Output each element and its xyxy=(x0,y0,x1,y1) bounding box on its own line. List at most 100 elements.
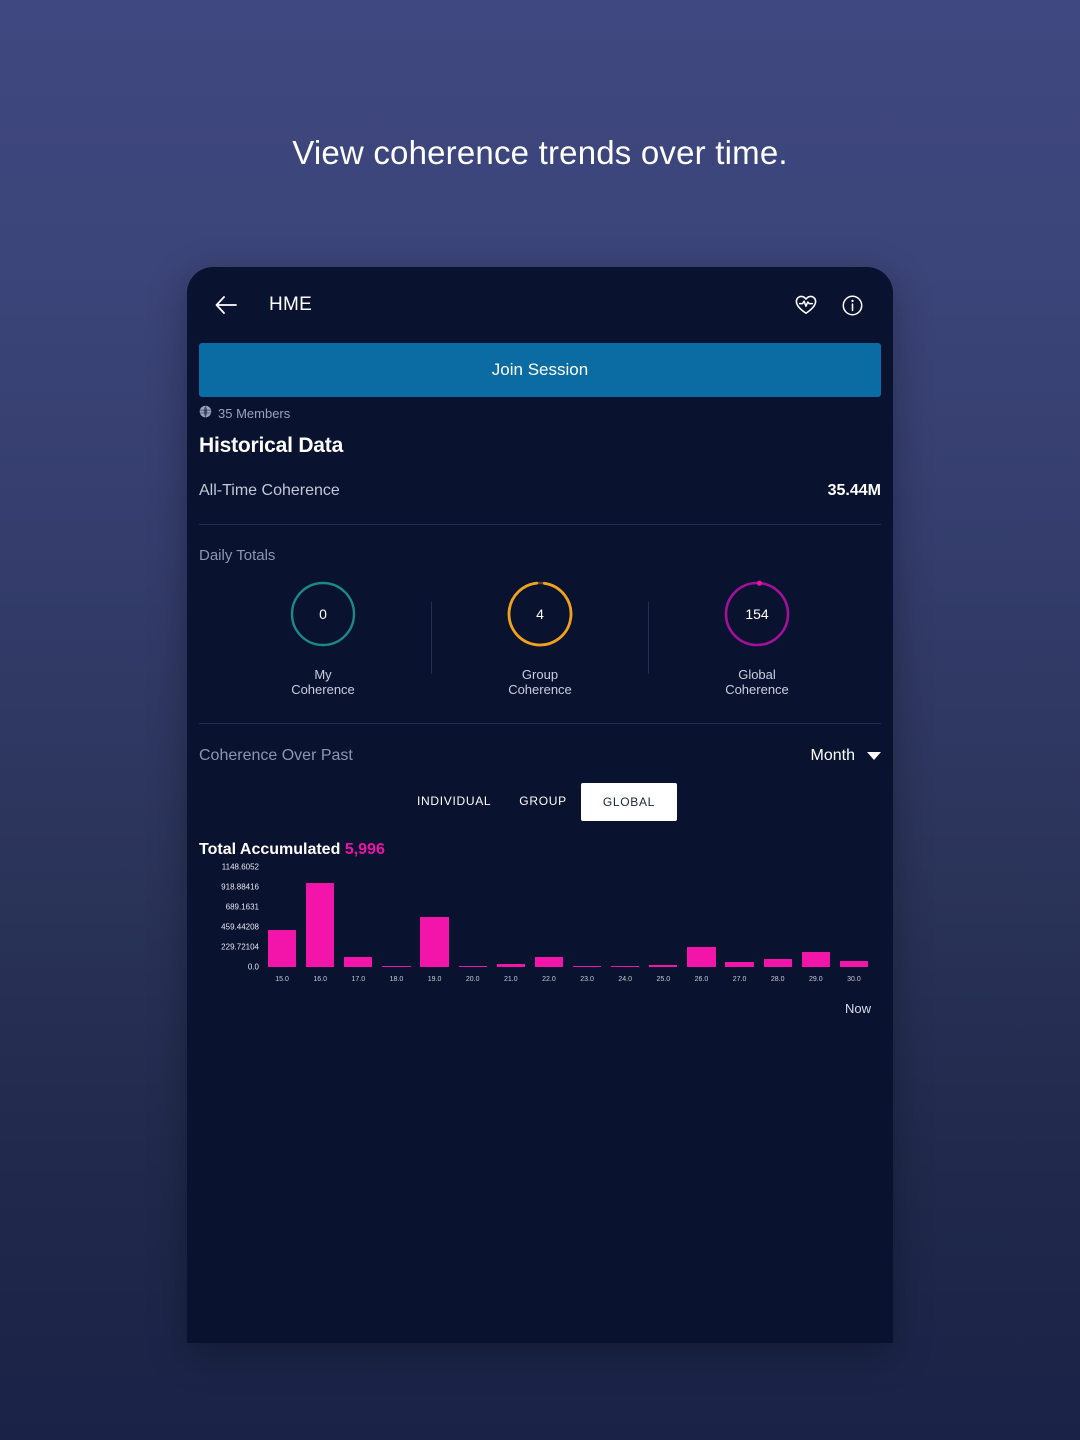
chart-bar-slot[interactable] xyxy=(606,867,644,967)
chart-bar[interactable] xyxy=(306,883,335,967)
chart-bar[interactable] xyxy=(382,966,411,967)
daily-totals-label: Daily Totals xyxy=(199,547,276,564)
chart-bar-slot[interactable] xyxy=(339,867,377,967)
chart-x-tick-slot: 19.0 xyxy=(416,968,454,986)
chart-bar[interactable] xyxy=(344,957,373,967)
chart-bar[interactable] xyxy=(496,964,525,967)
chart-x-tick: 26.0 xyxy=(694,976,709,983)
ring-my-coherence-gauge: 0 xyxy=(287,578,359,650)
chart-bar[interactable] xyxy=(649,964,678,967)
chart-bar-slot[interactable] xyxy=(416,867,454,967)
chart-bar[interactable] xyxy=(534,956,564,967)
chart-y-tick: 459.44208 xyxy=(221,922,259,932)
chart-bar-slot[interactable] xyxy=(759,867,797,967)
chart-bar[interactable] xyxy=(572,966,602,967)
ring-group-coherence-gauge: 4 xyxy=(504,578,576,650)
range-dropdown[interactable]: Month xyxy=(811,747,881,765)
chart-y-tick: 918.88416 xyxy=(221,882,259,892)
chart-bar-slot[interactable] xyxy=(530,867,568,967)
total-accumulated-label: Total Accumulated xyxy=(199,841,341,858)
ring-my-coherence[interactable]: 0 My Coherence xyxy=(215,578,431,697)
ring-my-coherence-caption-line2: Coherence xyxy=(291,682,355,697)
back-arrow-icon[interactable] xyxy=(211,290,241,320)
ring-global-coherence-caption-line1: Global xyxy=(738,667,776,682)
tab-individual[interactable]: INDIVIDUAL xyxy=(403,783,505,819)
join-session-button[interactable]: Join Session xyxy=(199,343,881,397)
coherence-over-past-label: Coherence Over Past xyxy=(199,747,353,764)
chart-x-tick-slot: 17.0 xyxy=(339,968,377,986)
chart-x-tick-slot: 21.0 xyxy=(492,968,530,986)
chart-bar[interactable] xyxy=(839,960,869,967)
ring-my-coherence-value: 0 xyxy=(319,606,327,622)
ring-my-coherence-caption: My Coherence xyxy=(291,667,355,697)
members-count: 35 Members xyxy=(187,397,893,421)
chart-bar[interactable] xyxy=(687,946,716,967)
chart-x-tick-slot: 27.0 xyxy=(721,968,759,986)
ring-global-coherence[interactable]: 154 Global Coherence xyxy=(649,578,865,697)
chart-x-tick-slot: 26.0 xyxy=(682,968,720,986)
chart-x-tick: 21.0 xyxy=(504,976,518,983)
chart-bar-slot[interactable] xyxy=(263,867,301,967)
chart-x-axis: 15.0 16.0 17.0 18.0 19.0 20.0 21.0 22.0 23.0 24.0… xyxy=(263,968,873,986)
ring-global-coherence-caption-line2: Coherence xyxy=(725,682,789,697)
info-circle-icon[interactable] xyxy=(837,290,867,320)
ring-global-coherence-value: 154 xyxy=(745,606,769,622)
chart-y-tick: 689.1631 xyxy=(225,902,259,912)
chart-x-tick-slot: 23.0 xyxy=(568,968,606,986)
chart-bar-slot[interactable] xyxy=(644,867,682,967)
globe-icon xyxy=(199,405,212,421)
coherence-bar-chart: 1148.6052 918.88416 689.1631 459.44208 229.7… xyxy=(199,863,881,986)
phone-frame: HME Join Session 35 Members Historical D… xyxy=(187,267,893,1343)
range-dropdown-value: Month xyxy=(810,747,855,764)
chart-y-axis: 1148.6052 918.88416 689.1631 459.44208 229.7… xyxy=(199,863,259,972)
chart-bar-slot[interactable] xyxy=(721,867,759,967)
ring-group-coherence-value: 4 xyxy=(536,606,544,622)
chart-bar[interactable] xyxy=(801,951,830,967)
chart-x-tick: 16.0 xyxy=(313,976,327,983)
chart-bar[interactable] xyxy=(725,962,754,967)
chart-x-tick-slot: 25.0 xyxy=(644,968,682,986)
app-bar-title: HME xyxy=(269,294,313,315)
chart-x-tick-slot: 22.0 xyxy=(530,968,568,986)
page-title: View coherence trends over time. xyxy=(292,134,788,171)
chart-x-tick: 29.0 xyxy=(809,976,823,983)
tab-global[interactable]: GLOBAL xyxy=(580,783,678,821)
heart-pulse-icon[interactable] xyxy=(791,290,821,320)
ring-group-coherence[interactable]: 4 Group Coherence xyxy=(432,578,648,697)
chart-bar[interactable] xyxy=(267,930,297,967)
divider-below-rings xyxy=(199,723,881,724)
daily-totals-rings: 0 My Coherence 4 Group Coherence 154 Glo… xyxy=(199,578,881,697)
chart-bar-slot[interactable] xyxy=(454,867,492,967)
chevron-down-icon xyxy=(867,752,881,760)
chart-x-tick-slot: 20.0 xyxy=(454,968,492,986)
chart-bar[interactable] xyxy=(458,966,487,967)
chart-x-tick-slot: 29.0 xyxy=(797,968,835,986)
chart-plot-area xyxy=(263,867,873,967)
chart-y-tick: 229.72104 xyxy=(221,942,259,952)
chart-bar[interactable] xyxy=(611,966,640,967)
chart-x-tick: 25.0 xyxy=(656,976,671,983)
chart-bar-slot[interactable] xyxy=(835,867,873,967)
chart-bar-slot[interactable] xyxy=(492,867,530,967)
divider-above-daily-totals xyxy=(199,524,881,525)
tab-group[interactable]: GROUP xyxy=(505,783,581,819)
chart-bar[interactable] xyxy=(763,959,792,967)
chart-x-tick: 17.0 xyxy=(351,976,366,983)
chart-bar-slot[interactable] xyxy=(682,867,720,967)
chart-y-tick: 0.0 xyxy=(247,962,259,972)
all-time-coherence-value: 35.44M xyxy=(827,482,881,499)
total-accumulated-value: 5,996 xyxy=(344,841,385,858)
chart-bar-slot[interactable] xyxy=(377,867,415,967)
chart-bar-slot[interactable] xyxy=(797,867,835,967)
chart-bar-slot[interactable] xyxy=(568,867,606,967)
chart-x-tick-slot: 28.0 xyxy=(759,968,797,986)
now-label: Now xyxy=(844,1001,871,1016)
total-accumulated-row: Total Accumulated 5,996 xyxy=(199,841,881,859)
chart-x-tick: 30.0 xyxy=(847,976,861,983)
ring-global-coherence-caption: Global Coherence xyxy=(725,667,789,697)
ring-group-coherence-caption-line2: Coherence xyxy=(508,682,572,697)
scope-tabs: INDIVIDUAL GROUP GLOBAL xyxy=(199,783,881,821)
chart-bar-slot[interactable] xyxy=(301,867,339,967)
all-time-coherence-label: All-Time Coherence xyxy=(199,482,340,499)
chart-bar[interactable] xyxy=(420,916,449,967)
